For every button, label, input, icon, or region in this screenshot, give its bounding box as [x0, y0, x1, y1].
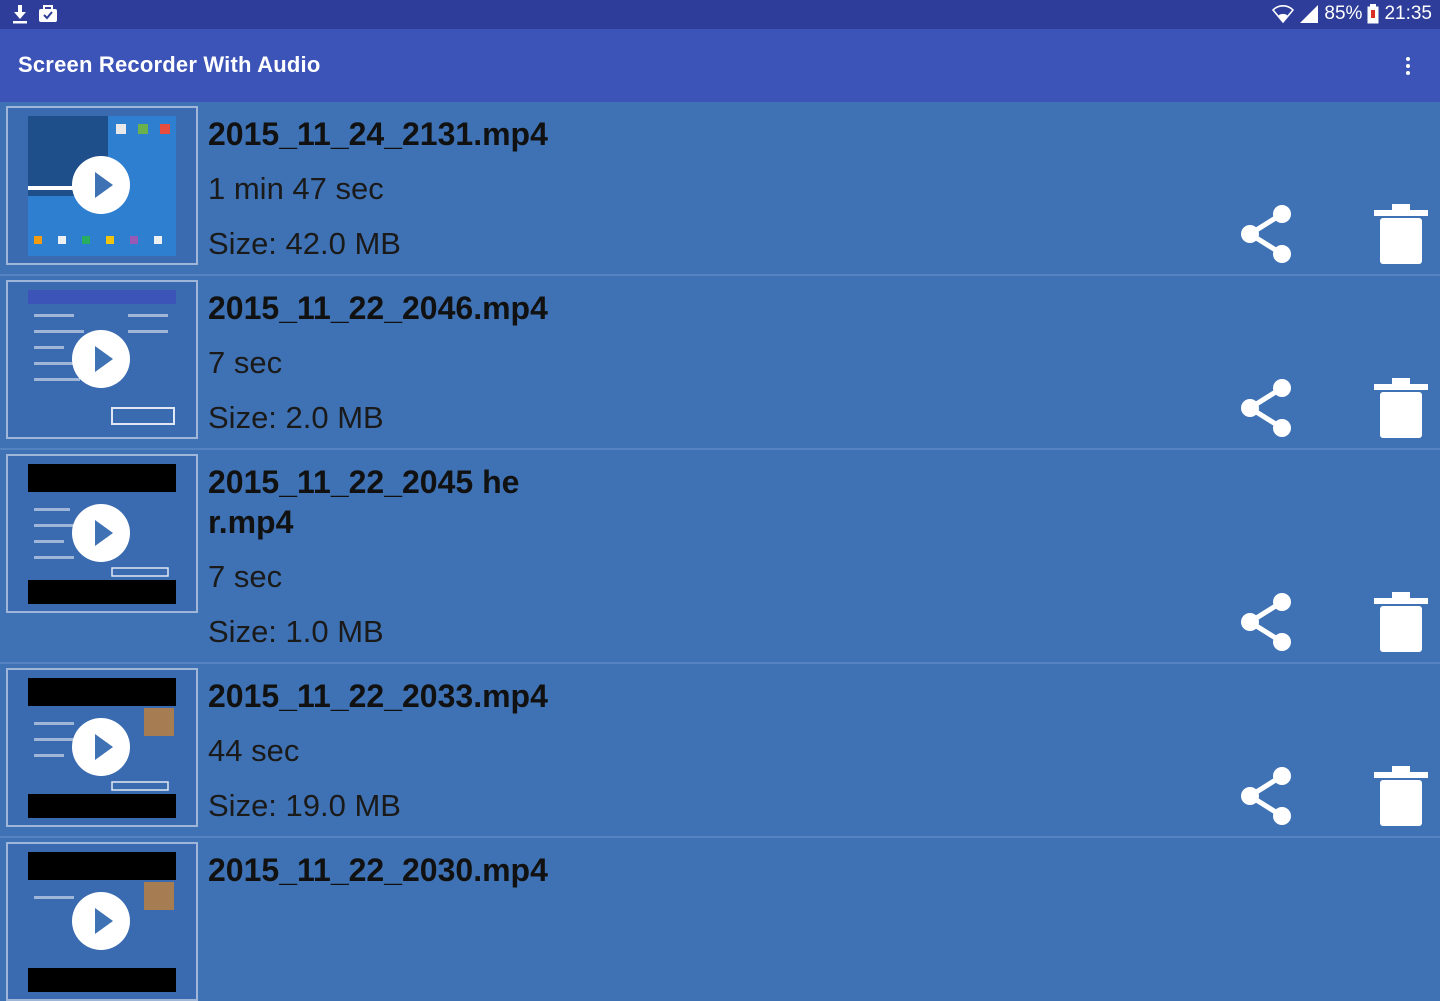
- play-icon[interactable]: [72, 504, 130, 562]
- share-icon[interactable]: [1236, 204, 1296, 264]
- recording-info: 2015_11_22_2030.mp4: [208, 850, 548, 890]
- file-size: Size: 1.0 MB: [208, 614, 384, 649]
- file-size: Size: 19.0 MB: [208, 788, 401, 823]
- signal-icon: [1300, 5, 1319, 23]
- video-thumbnail[interactable]: [6, 454, 198, 613]
- share-icon[interactable]: [1236, 592, 1296, 652]
- play-icon[interactable]: [72, 330, 130, 388]
- video-thumbnail[interactable]: [6, 280, 198, 439]
- video-thumbnail[interactable]: [6, 668, 198, 827]
- status-bar: 85% 21:35: [0, 0, 1440, 29]
- file-name: 2015_11_22_2046.mp4: [208, 290, 548, 326]
- more-vert-icon[interactable]: [1396, 51, 1420, 81]
- delete-icon[interactable]: [1374, 766, 1428, 826]
- battery-percentage: 85%: [1324, 3, 1363, 24]
- wifi-icon: [1272, 5, 1295, 24]
- list-item[interactable]: 2015_11_22_2030.mp4: [0, 838, 1440, 1001]
- recording-info: 2015_11_24_2131.mp4 1 min 47 sec Size: 4…: [208, 114, 548, 264]
- file-name: 2015_11_22_2033.mp4: [208, 678, 548, 714]
- briefcase-icon: [39, 5, 57, 22]
- battery-icon: [1367, 4, 1379, 24]
- list-item[interactable]: 2015_11_24_2131.mp4 1 min 47 sec Size: 4…: [0, 102, 1440, 276]
- file-size: Size: 2.0 MB: [208, 400, 384, 435]
- recording-info: 2015_11_22_2045 her.mp4 7 sec Size: 1.0 …: [208, 462, 538, 652]
- play-icon[interactable]: [72, 892, 130, 950]
- status-right-icons: 85% 21:35: [1272, 3, 1432, 25]
- duration: 7 sec: [208, 559, 283, 594]
- status-left-icons: [12, 4, 58, 24]
- recording-info: 2015_11_22_2033.mp4 44 sec Size: 19.0 MB: [208, 676, 548, 826]
- share-icon[interactable]: [1236, 766, 1296, 826]
- recordings-list[interactable]: 2015_11_24_2131.mp4 1 min 47 sec Size: 4…: [0, 102, 1440, 1001]
- app-title: Screen Recorder With Audio: [18, 52, 321, 77]
- delete-icon[interactable]: [1374, 378, 1428, 438]
- duration: 44 sec: [208, 733, 300, 768]
- delete-icon[interactable]: [1374, 592, 1428, 652]
- file-name: 2015_11_22_2045 her.mp4: [208, 464, 520, 540]
- list-item[interactable]: 2015_11_22_2045 her.mp4 7 sec Size: 1.0 …: [0, 450, 1440, 664]
- video-thumbnail[interactable]: [6, 106, 198, 265]
- list-item[interactable]: 2015_11_22_2033.mp4 44 sec Size: 19.0 MB: [0, 664, 1440, 838]
- duration: 1 min 47 sec: [208, 171, 384, 206]
- share-icon[interactable]: [1236, 378, 1296, 438]
- app-bar: Screen Recorder With Audio: [0, 29, 1440, 102]
- file-size: Size: 42.0 MB: [208, 226, 401, 261]
- file-name: 2015_11_24_2131.mp4: [208, 116, 548, 152]
- play-icon[interactable]: [72, 156, 130, 214]
- file-name: 2015_11_22_2030.mp4: [208, 852, 548, 888]
- video-thumbnail[interactable]: [6, 842, 198, 1001]
- duration: 7 sec: [208, 345, 283, 380]
- recording-info: 2015_11_22_2046.mp4 7 sec Size: 2.0 MB: [208, 288, 548, 438]
- play-icon[interactable]: [72, 718, 130, 776]
- clock: 21:35: [1384, 3, 1432, 24]
- delete-icon[interactable]: [1374, 204, 1428, 264]
- list-item[interactable]: 2015_11_22_2046.mp4 7 sec Size: 2.0 MB: [0, 276, 1440, 450]
- download-icon: [13, 5, 27, 24]
